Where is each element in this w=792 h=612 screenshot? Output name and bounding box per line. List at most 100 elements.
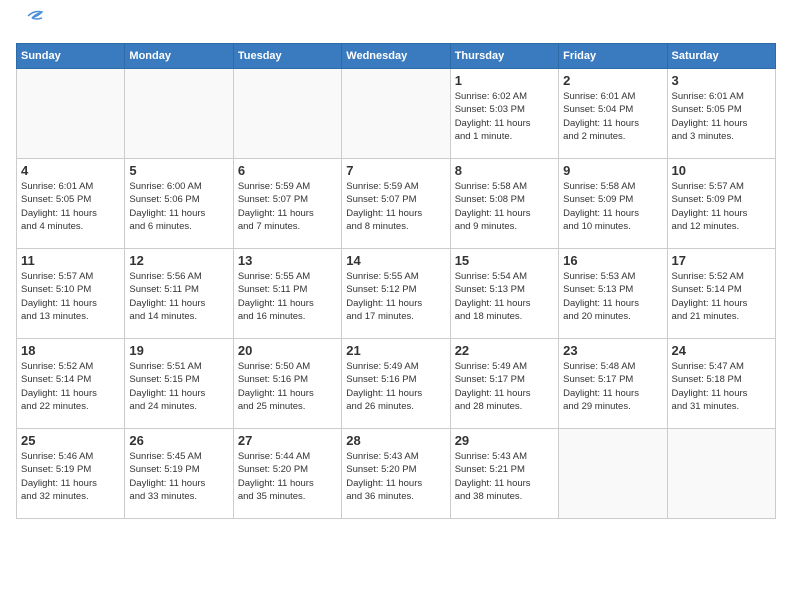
day-number: 3 [672, 73, 771, 88]
sunset-text: Sunset: 5:20 PM [346, 463, 445, 476]
sunset-text: Sunset: 5:11 PM [129, 283, 228, 296]
sunset-text: Sunset: 5:13 PM [563, 283, 662, 296]
sunset-text: Sunset: 5:19 PM [129, 463, 228, 476]
day-info: Sunrise: 5:55 AMSunset: 5:12 PMDaylight:… [346, 270, 445, 323]
sunset-text: Sunset: 5:09 PM [672, 193, 771, 206]
sunrise-text: Sunrise: 5:55 AM [238, 270, 337, 283]
daylight-text-line1: Daylight: 11 hours [21, 207, 120, 220]
daylight-text-line2: and 16 minutes. [238, 310, 337, 323]
daylight-text-line2: and 35 minutes. [238, 490, 337, 503]
sunrise-text: Sunrise: 5:49 AM [455, 360, 554, 373]
day-info: Sunrise: 5:57 AMSunset: 5:09 PMDaylight:… [672, 180, 771, 233]
calendar-day-cell: 16Sunrise: 5:53 AMSunset: 5:13 PMDayligh… [559, 249, 667, 339]
sunset-text: Sunset: 5:20 PM [238, 463, 337, 476]
daylight-text-line2: and 12 minutes. [672, 220, 771, 233]
daylight-text-line2: and 10 minutes. [563, 220, 662, 233]
sunrise-text: Sunrise: 5:57 AM [21, 270, 120, 283]
day-info: Sunrise: 5:52 AMSunset: 5:14 PMDaylight:… [21, 360, 120, 413]
daylight-text-line1: Daylight: 11 hours [455, 207, 554, 220]
day-number: 7 [346, 163, 445, 178]
calendar-day-cell: 10 Sunrise: 5:57 AMSunset: 5:09 PMDayligh… [667, 159, 775, 249]
day-number: 5 [129, 163, 228, 178]
day-number: 13 [238, 253, 337, 268]
daylight-text-line1: Daylight: 11 hours [238, 387, 337, 400]
sunrise-text: Sunrise: 5:54 AM [455, 270, 554, 283]
sunrise-text: Sunrise: 5:58 AM [563, 180, 662, 193]
sunrise-text: Sunrise: 5:48 AM [563, 360, 662, 373]
sunset-text: Sunset: 5:17 PM [455, 373, 554, 386]
daylight-text-line1: Daylight: 11 hours [21, 477, 120, 490]
calendar-week-row: 1 Sunrise: 6:02 AMSunset: 5:03 PMDaylight… [17, 69, 776, 159]
sunrise-text: Sunrise: 5:59 AM [238, 180, 337, 193]
calendar-week-row: 18 Sunrise: 5:52 AMSunset: 5:14 PMDayligh… [17, 339, 776, 429]
day-number: 28 [346, 433, 445, 448]
sunrise-text: Sunrise: 5:50 AM [238, 360, 337, 373]
sunset-text: Sunset: 5:07 PM [238, 193, 337, 206]
day-info: Sunrise: 5:49 AMSunset: 5:17 PMDaylight:… [455, 360, 554, 413]
calendar-week-row: 11Sunrise: 5:57 AMSunset: 5:10 PMDayligh… [17, 249, 776, 339]
calendar-day-cell: 14Sunrise: 5:55 AMSunset: 5:12 PMDayligh… [342, 249, 450, 339]
daylight-text-line1: Daylight: 11 hours [672, 297, 771, 310]
daylight-text-line1: Daylight: 11 hours [346, 207, 445, 220]
day-number: 10 [672, 163, 771, 178]
day-number: 12 [129, 253, 228, 268]
daylight-text-line2: and 18 minutes. [455, 310, 554, 323]
sunrise-text: Sunrise: 5:52 AM [21, 360, 120, 373]
sunrise-text: Sunrise: 5:56 AM [129, 270, 228, 283]
calendar-day-cell [559, 429, 667, 519]
day-number: 19 [129, 343, 228, 358]
day-info: Sunrise: 5:49 AMSunset: 5:16 PMDaylight:… [346, 360, 445, 413]
calendar-table: SundayMondayTuesdayWednesdayThursdayFrid… [16, 43, 776, 519]
day-number: 18 [21, 343, 120, 358]
day-info: Sunrise: 5:57 AMSunset: 5:10 PMDaylight:… [21, 270, 120, 323]
day-number: 22 [455, 343, 554, 358]
calendar-week-row: 25Sunrise: 5:46 AMSunset: 5:19 PMDayligh… [17, 429, 776, 519]
calendar-day-cell: 29Sunrise: 5:43 AMSunset: 5:21 PMDayligh… [450, 429, 558, 519]
day-info: Sunrise: 5:58 AMSunset: 5:08 PMDaylight:… [455, 180, 554, 233]
day-info: Sunrise: 6:02 AMSunset: 5:03 PMDaylight:… [455, 90, 554, 143]
sunset-text: Sunset: 5:12 PM [346, 283, 445, 296]
calendar-day-cell: 22 Sunrise: 5:49 AMSunset: 5:17 PMDayligh… [450, 339, 558, 429]
day-info: Sunrise: 5:53 AMSunset: 5:13 PMDaylight:… [563, 270, 662, 323]
day-info: Sunrise: 5:51 AMSunset: 5:15 PMDaylight:… [129, 360, 228, 413]
day-number: 23 [563, 343, 662, 358]
calendar-week-row: 4Sunrise: 6:01 AMSunset: 5:05 PMDaylight… [17, 159, 776, 249]
sunrise-text: Sunrise: 5:47 AM [672, 360, 771, 373]
sunset-text: Sunset: 5:03 PM [455, 103, 554, 116]
daylight-text-line2: and 14 minutes. [129, 310, 228, 323]
day-number: 1 [455, 73, 554, 88]
calendar-day-cell [233, 69, 341, 159]
day-number: 9 [563, 163, 662, 178]
day-info: Sunrise: 5:43 AMSunset: 5:21 PMDaylight:… [455, 450, 554, 503]
day-info: Sunrise: 5:52 AMSunset: 5:14 PMDaylight:… [672, 270, 771, 323]
daylight-text-line2: and 33 minutes. [129, 490, 228, 503]
daylight-text-line1: Daylight: 11 hours [672, 387, 771, 400]
daylight-text-line2: and 38 minutes. [455, 490, 554, 503]
day-number: 8 [455, 163, 554, 178]
day-number: 20 [238, 343, 337, 358]
day-info: Sunrise: 5:58 AMSunset: 5:09 PMDaylight:… [563, 180, 662, 233]
sunset-text: Sunset: 5:21 PM [455, 463, 554, 476]
day-info: Sunrise: 5:59 AMSunset: 5:07 PMDaylight:… [346, 180, 445, 233]
day-number: 21 [346, 343, 445, 358]
day-info: Sunrise: 5:55 AMSunset: 5:11 PMDaylight:… [238, 270, 337, 323]
day-number: 6 [238, 163, 337, 178]
day-info: Sunrise: 5:44 AMSunset: 5:20 PMDaylight:… [238, 450, 337, 503]
page-header [16, 16, 776, 31]
daylight-text-line1: Daylight: 11 hours [563, 387, 662, 400]
sunset-text: Sunset: 5:08 PM [455, 193, 554, 206]
calendar-day-cell: 7 Sunrise: 5:59 AMSunset: 5:07 PMDaylight… [342, 159, 450, 249]
calendar-day-cell: 8 Sunrise: 5:58 AMSunset: 5:08 PMDaylight… [450, 159, 558, 249]
daylight-text-line2: and 6 minutes. [129, 220, 228, 233]
daylight-text-line1: Daylight: 11 hours [563, 297, 662, 310]
day-info: Sunrise: 6:01 AMSunset: 5:05 PMDaylight:… [672, 90, 771, 143]
sunrise-text: Sunrise: 6:01 AM [21, 180, 120, 193]
day-number: 27 [238, 433, 337, 448]
day-info: Sunrise: 5:48 AMSunset: 5:17 PMDaylight:… [563, 360, 662, 413]
daylight-text-line1: Daylight: 11 hours [238, 297, 337, 310]
daylight-text-line1: Daylight: 11 hours [129, 387, 228, 400]
daylight-text-line1: Daylight: 11 hours [672, 117, 771, 130]
calendar-day-cell: 15Sunrise: 5:54 AMSunset: 5:13 PMDayligh… [450, 249, 558, 339]
calendar-day-cell: 13 Sunrise: 5:55 AMSunset: 5:11 PMDayligh… [233, 249, 341, 339]
sunrise-text: Sunrise: 5:44 AM [238, 450, 337, 463]
